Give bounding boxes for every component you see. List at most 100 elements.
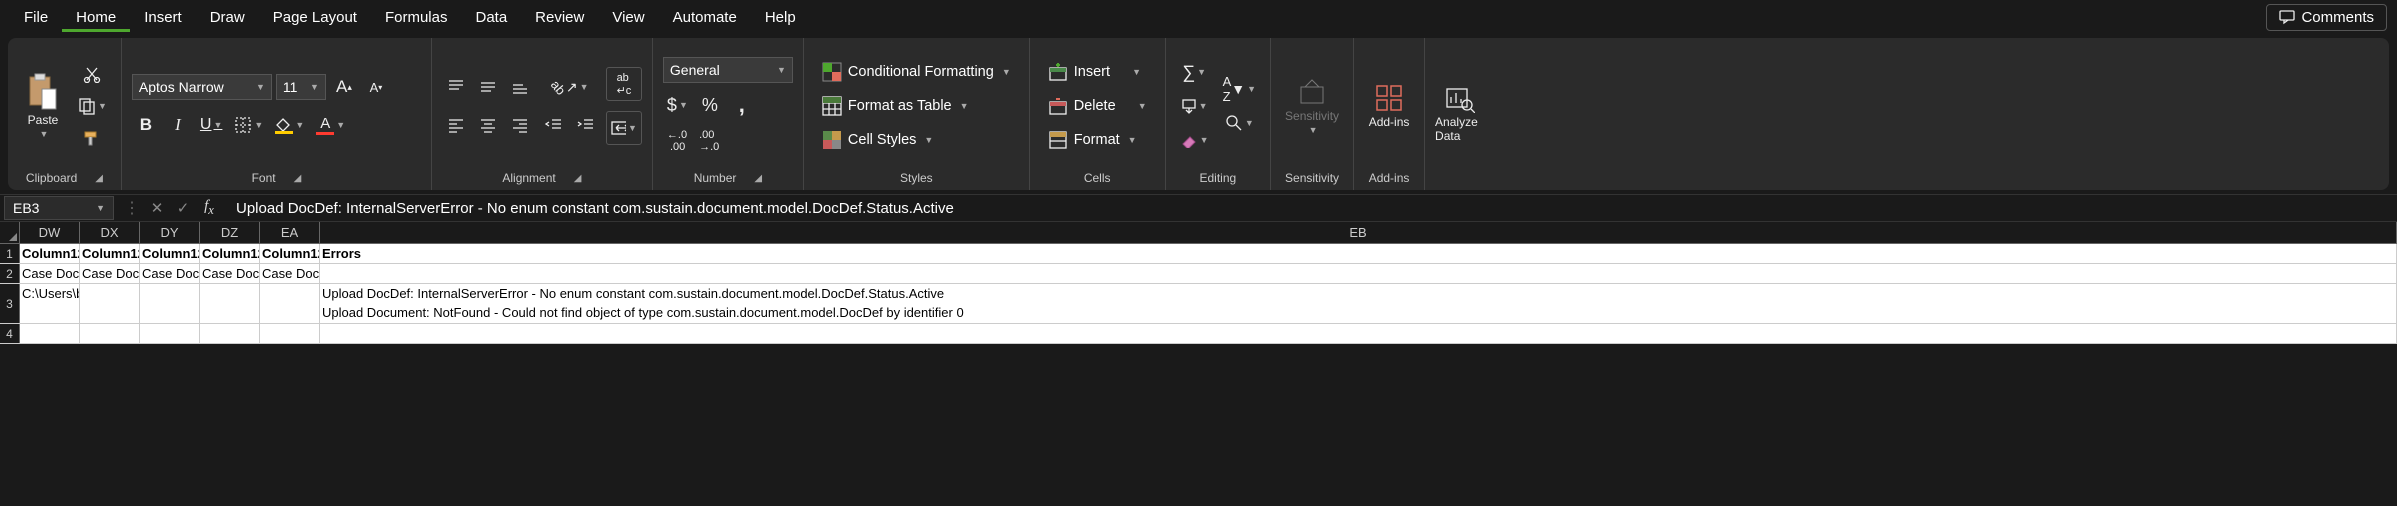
enter-formula-button[interactable]: ✓	[170, 199, 196, 217]
fill-button[interactable]: ▼	[1177, 92, 1212, 120]
menu-insert[interactable]: Insert	[130, 3, 196, 32]
align-top-button[interactable]	[442, 73, 470, 101]
col-header[interactable]: EB	[320, 222, 2397, 243]
format-cells-button[interactable]: Format▼	[1040, 125, 1145, 155]
merge-center-button[interactable]: ▼	[606, 111, 642, 145]
borders-button[interactable]: ▼	[230, 111, 267, 139]
col-header[interactable]: DZ	[200, 222, 260, 243]
font-launcher[interactable]: ◢	[294, 173, 302, 184]
copy-button[interactable]: ▼	[74, 92, 111, 120]
cell-styles-button[interactable]: Cell Styles▼	[814, 125, 941, 155]
cell[interactable]: Column12	[20, 244, 80, 263]
cell[interactable]	[20, 324, 80, 343]
number-launcher[interactable]: ◢	[754, 173, 762, 184]
fill-color-button[interactable]: ▼	[271, 111, 308, 139]
addins-button[interactable]: Add-ins	[1364, 79, 1414, 133]
conditional-formatting-button[interactable]: Conditional Formatting▼	[814, 57, 1019, 87]
menu-view[interactable]: View	[598, 3, 658, 32]
col-header[interactable]: EA	[260, 222, 320, 243]
sort-filter-button[interactable]: AZ▼▼	[1219, 75, 1260, 103]
align-left-button[interactable]	[442, 111, 470, 139]
cell[interactable]	[200, 284, 260, 323]
bold-button[interactable]: B	[132, 111, 160, 139]
menu-page-layout[interactable]: Page Layout	[259, 3, 371, 32]
alignment-launcher[interactable]: ◢	[574, 173, 582, 184]
format-as-table-button[interactable]: Format as Table▼	[814, 91, 977, 121]
menu-home[interactable]: Home	[62, 3, 130, 32]
cell[interactable]	[80, 324, 140, 343]
insert-cells-button[interactable]: Insert ▼	[1040, 57, 1149, 87]
format-painter-button[interactable]	[78, 124, 106, 152]
number-format-select[interactable]: General▼	[663, 57, 793, 83]
cell[interactable]: Case Docu	[200, 264, 260, 283]
menu-review[interactable]: Review	[521, 3, 598, 32]
cell[interactable]	[80, 284, 140, 323]
formula-input[interactable]: Upload DocDef: InternalServerError - No …	[228, 197, 2397, 220]
decrease-font-button[interactable]: A▾	[362, 73, 390, 101]
cell[interactable]: Column12	[140, 244, 200, 263]
cell[interactable]: Case Docu	[260, 264, 320, 283]
font-name-select[interactable]: Aptos Narrow▼	[132, 74, 272, 100]
percent-button[interactable]: %	[696, 91, 724, 119]
select-all-corner[interactable]	[0, 222, 20, 243]
menu-draw[interactable]: Draw	[196, 3, 259, 32]
cell[interactable]: Column12	[80, 244, 140, 263]
row-header[interactable]: 4	[0, 324, 20, 343]
cell[interactable]	[320, 324, 2397, 343]
align-middle-button[interactable]	[474, 73, 502, 101]
menu-data[interactable]: Data	[461, 3, 521, 32]
menu-file[interactable]: File	[10, 3, 62, 32]
cell[interactable]: Case Docu	[20, 264, 80, 283]
name-box[interactable]: EB3▼	[4, 196, 114, 220]
cell[interactable]	[260, 284, 320, 323]
cell[interactable]: Column12	[260, 244, 320, 263]
align-center-button[interactable]	[474, 111, 502, 139]
cell[interactable]	[140, 284, 200, 323]
clear-button[interactable]: ▼	[1176, 126, 1213, 154]
cell[interactable]	[200, 324, 260, 343]
cell[interactable]: C:\Users\b	[20, 284, 80, 323]
increase-indent-button[interactable]	[572, 111, 600, 139]
comma-button[interactable]: ,	[728, 91, 756, 119]
col-header[interactable]: DY	[140, 222, 200, 243]
decrease-indent-button[interactable]	[540, 111, 568, 139]
paste-button[interactable]: Paste ▼	[18, 69, 68, 143]
comments-button[interactable]: Comments	[2266, 4, 2387, 31]
menu-help[interactable]: Help	[751, 3, 810, 32]
col-header[interactable]: DW	[20, 222, 80, 243]
cell[interactable]	[140, 324, 200, 343]
decrease-decimal-button[interactable]: .00→.0	[695, 127, 723, 155]
row-header[interactable]: 1	[0, 244, 20, 263]
cell[interactable]: Column12	[200, 244, 260, 263]
cancel-formula-button[interactable]: ✕	[144, 199, 170, 217]
row-header[interactable]: 2	[0, 264, 20, 283]
underline-button[interactable]: U▼	[196, 111, 226, 139]
font-color-button[interactable]: A▼	[312, 111, 349, 139]
cell[interactable]	[320, 264, 2397, 283]
row-header[interactable]: 3	[0, 284, 20, 323]
orientation-button[interactable]: ab↗▼	[547, 73, 592, 101]
increase-font-button[interactable]: A▴	[330, 73, 358, 101]
italic-button[interactable]: I	[164, 111, 192, 139]
align-bottom-button[interactable]	[506, 73, 534, 101]
find-select-button[interactable]: ▼	[1221, 109, 1258, 137]
cell[interactable]	[260, 324, 320, 343]
cut-button[interactable]	[78, 60, 106, 88]
increase-decimal-button[interactable]: ←.0 .00	[663, 127, 691, 155]
clipboard-launcher[interactable]: ◢	[95, 173, 103, 184]
menu-formulas[interactable]: Formulas	[371, 3, 462, 32]
analyze-data-button[interactable]: Analyze Data	[1435, 79, 1480, 147]
autosum-button[interactable]: ∑▼	[1178, 58, 1210, 86]
cell[interactable]: Errors	[320, 244, 2397, 263]
align-right-button[interactable]	[506, 111, 534, 139]
delete-cells-button[interactable]: Delete ▼	[1040, 91, 1155, 121]
cell[interactable]: Case Docu	[140, 264, 200, 283]
cell[interactable]: Upload DocDef: InternalServerError - No …	[320, 284, 2397, 323]
font-size-select[interactable]: 11▼	[276, 74, 326, 100]
col-header[interactable]: DX	[80, 222, 140, 243]
wrap-text-button[interactable]: ab↵c	[606, 67, 642, 101]
currency-button[interactable]: $▼	[663, 91, 692, 119]
cell[interactable]: Case Docu	[80, 264, 140, 283]
menu-automate[interactable]: Automate	[659, 3, 751, 32]
insert-function-button[interactable]: fx	[196, 198, 222, 218]
